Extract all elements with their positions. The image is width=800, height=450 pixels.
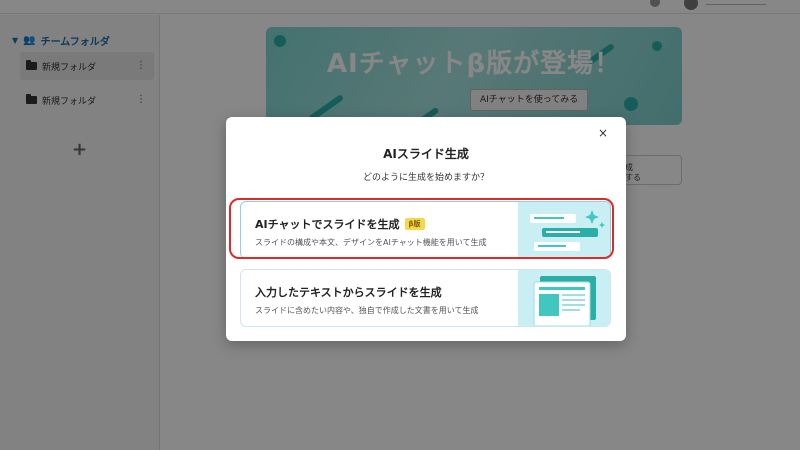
document-illustration-icon bbox=[518, 270, 610, 326]
chat-illustration-icon bbox=[518, 202, 610, 258]
option-title: AIチャットでスライドを生成 β版 bbox=[255, 216, 425, 232]
close-icon[interactable]: × bbox=[598, 126, 608, 140]
ai-chat-generate-option[interactable]: AIチャットでスライドを生成 β版 スライドの構成や本文、デザインをAIチャット… bbox=[240, 201, 611, 259]
text-input-generate-option[interactable]: 入力したテキストからスライドを生成 スライドに含めたい内容や、独自で作成した文書… bbox=[240, 269, 611, 327]
dialog-subtitle: どのように生成を始めますか？ bbox=[362, 173, 489, 183]
beta-badge: β版 bbox=[404, 218, 425, 230]
option-title: 入力したテキストからスライドを生成 bbox=[255, 286, 442, 299]
option-title-text: AIチャットでスライドを生成 bbox=[255, 218, 400, 231]
option-description: スライドの構成や本文、デザインをAIチャット機能を用いて生成 bbox=[255, 238, 487, 247]
ai-slide-generation-dialog: × AIスライド生成 どのように生成を始めますか？ AIチャットでスライドを生成… bbox=[226, 117, 626, 341]
dialog-title: AIスライド生成 bbox=[383, 147, 469, 161]
option-description: スライドに含めたい内容や、独自で作成した文書を用いて生成 bbox=[255, 306, 479, 315]
